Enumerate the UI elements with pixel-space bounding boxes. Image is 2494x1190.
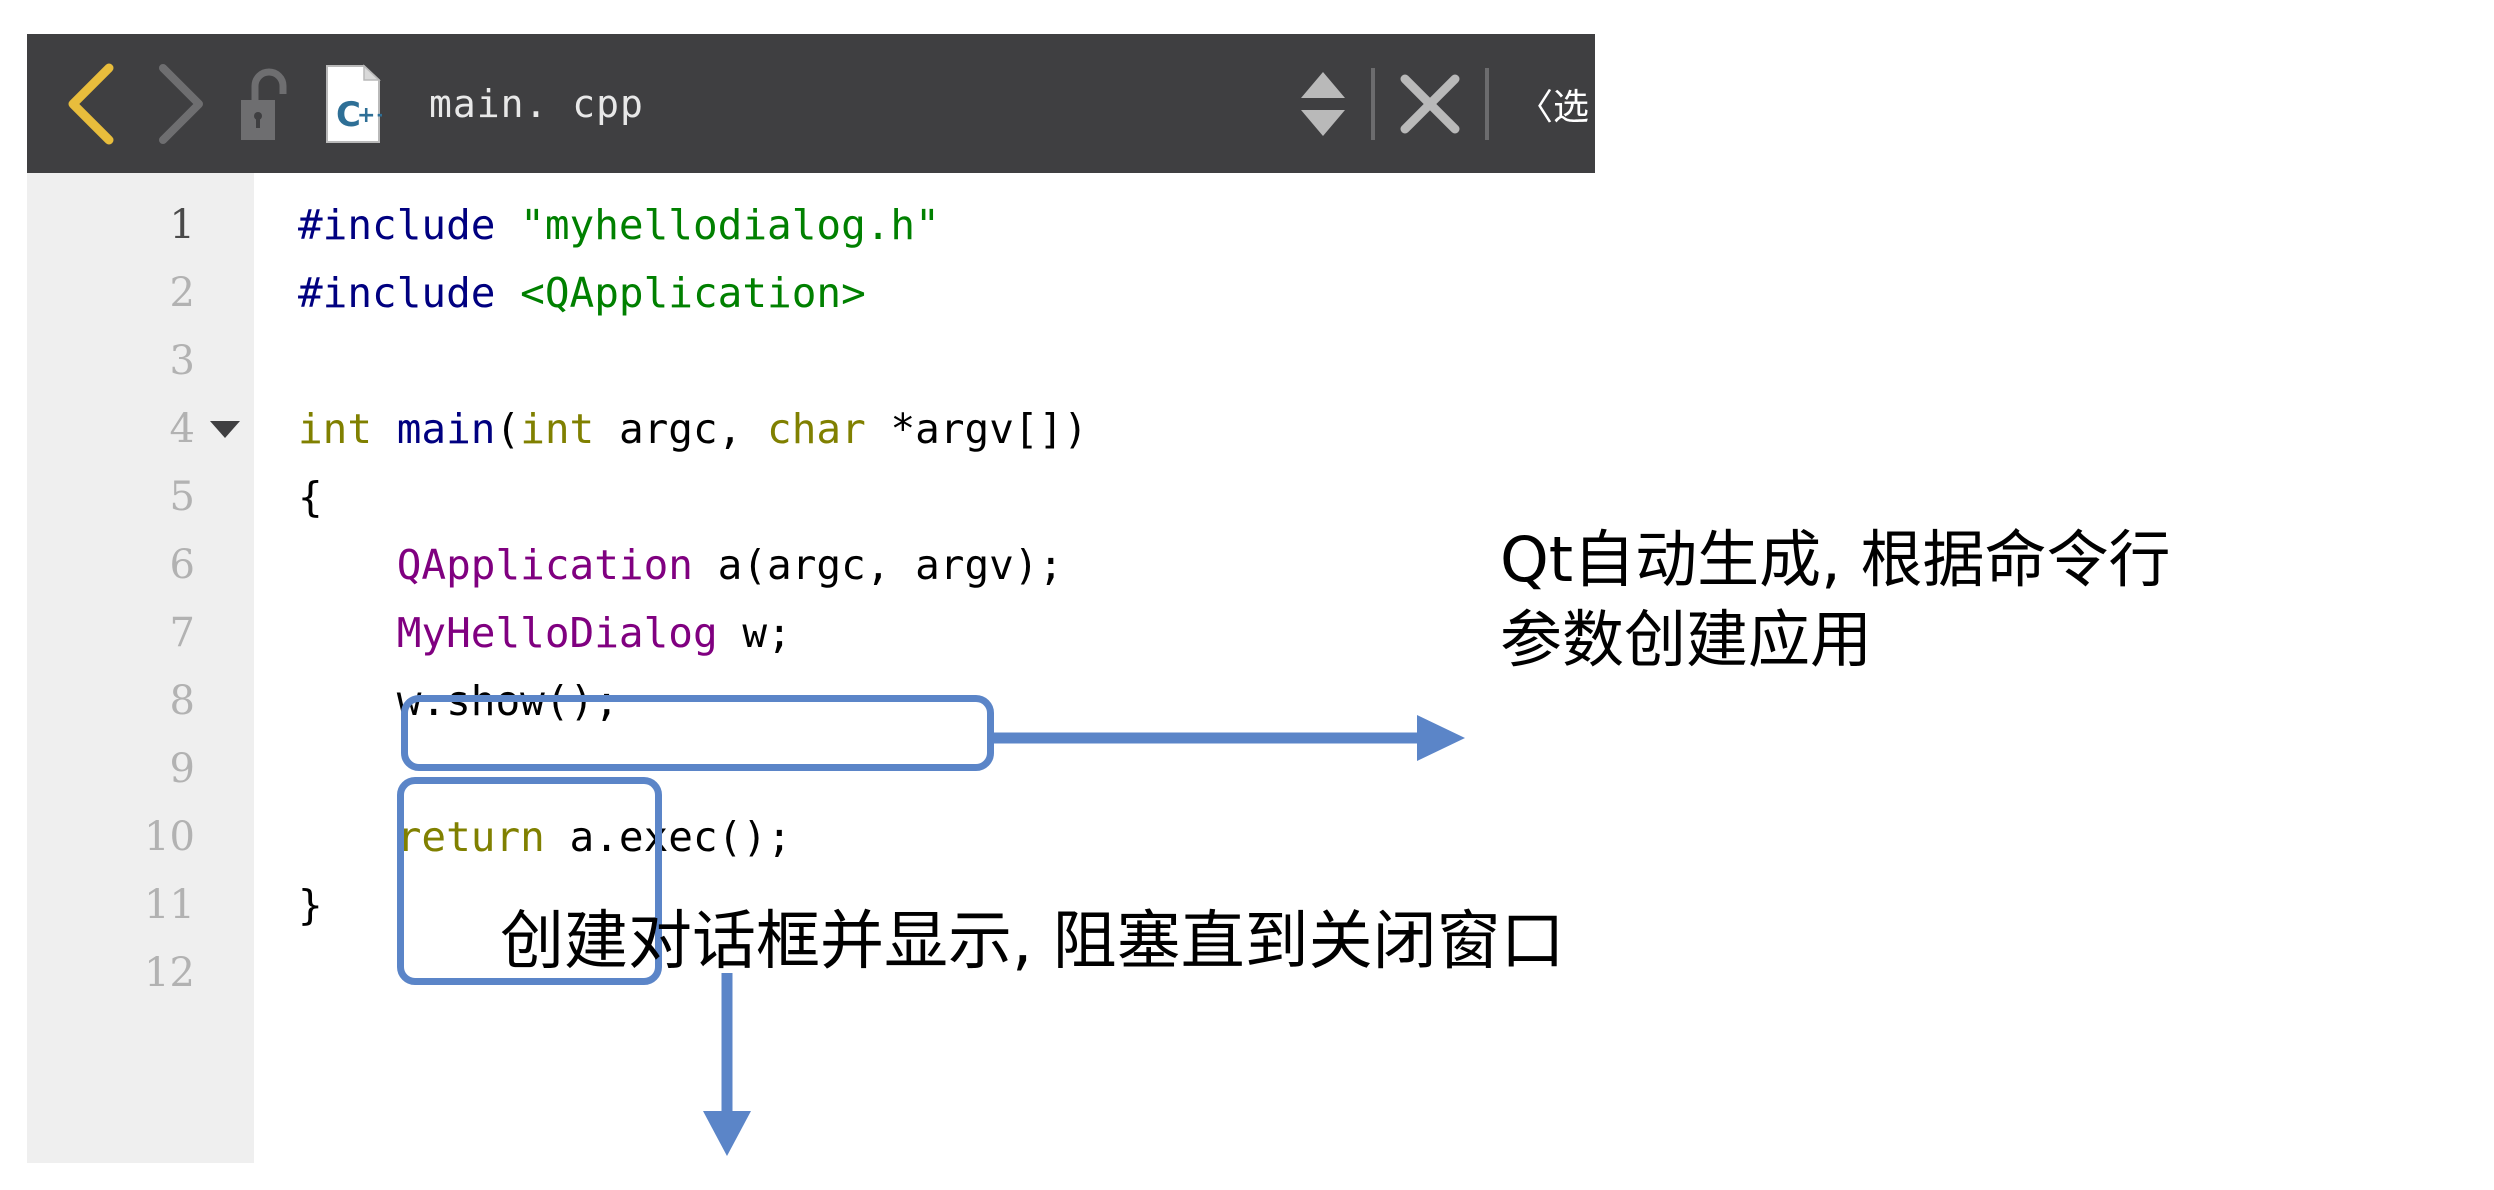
arrow-down-icon bbox=[703, 973, 751, 1156]
svg-text:++: ++ bbox=[357, 103, 382, 128]
code-token: #include bbox=[298, 269, 521, 317]
code-token: char bbox=[767, 405, 891, 453]
line-number: 11 bbox=[144, 882, 195, 928]
line-number: 3 bbox=[169, 338, 195, 384]
code-token: *argv[]) bbox=[890, 405, 1088, 453]
gutter-row: 1 bbox=[27, 191, 254, 259]
code-token: int bbox=[298, 405, 397, 453]
code-token: a.exec(); bbox=[544, 813, 792, 861]
gutter-row: 4 bbox=[27, 395, 254, 463]
line-number: 7 bbox=[169, 610, 195, 656]
code-token: { bbox=[298, 473, 323, 521]
line-number: 12 bbox=[144, 950, 195, 996]
gutter-row: 12 bbox=[27, 939, 254, 1007]
annotation-text-dialog: 创建对话框并显示, 阻塞直到关闭窗口 bbox=[500, 905, 1565, 979]
code-line[interactable] bbox=[254, 735, 298, 803]
code-token: w; bbox=[717, 609, 792, 657]
gutter-row: 7 bbox=[27, 599, 254, 667]
close-x-icon bbox=[1400, 74, 1460, 133]
line-number: 1 bbox=[169, 202, 195, 248]
options-dropdown-label[interactable]: 〈选 bbox=[1489, 78, 1595, 130]
code-token: QApplication bbox=[396, 541, 693, 589]
gutter-row: 6 bbox=[27, 531, 254, 599]
line-number: 10 bbox=[144, 814, 195, 860]
toolbar-right-group: 〈选 bbox=[1275, 34, 1595, 173]
nav-forward-button[interactable] bbox=[135, 34, 221, 173]
chevron-right-icon bbox=[159, 63, 203, 144]
code-editor-window: C ++ main. cpp 〈选 123 bbox=[27, 34, 1595, 1163]
close-file-button[interactable] bbox=[1375, 34, 1485, 173]
code-line[interactable] bbox=[254, 939, 298, 1007]
line-number-gutter: 1 2 3 4 5 6 7 8 9 10 11 12 bbox=[27, 173, 254, 1163]
code-token: } bbox=[298, 881, 323, 929]
code-line[interactable]: QApplication a(argc, argv); bbox=[254, 531, 1063, 599]
arrow-right-icon bbox=[987, 715, 1465, 761]
code-line[interactable]: return a.exec(); bbox=[254, 803, 792, 871]
code-line[interactable]: w.show(); bbox=[254, 667, 619, 735]
lock-toggle-button[interactable] bbox=[221, 34, 313, 173]
code-token: argc, bbox=[618, 405, 768, 453]
code-line[interactable]: { bbox=[254, 463, 323, 531]
gutter-row: 10 bbox=[27, 803, 254, 871]
code-line[interactable]: #include <QApplication> bbox=[254, 259, 866, 327]
gutter-row: 8 bbox=[27, 667, 254, 735]
code-token: ( bbox=[495, 405, 521, 453]
gutter-row: 5 bbox=[27, 463, 254, 531]
gutter-row: 9 bbox=[27, 735, 254, 803]
line-number: 9 bbox=[169, 746, 195, 792]
code-token: a(argc, argv); bbox=[692, 541, 1064, 589]
gutter-row: 11 bbox=[27, 871, 254, 939]
annotation-text-qapplication: Qt自动生成, 根据命令行 参数创建应用 bbox=[1500, 523, 2171, 676]
chevron-left-icon bbox=[68, 63, 114, 144]
gutter-row: 3 bbox=[27, 327, 254, 395]
code-text-region[interactable]: #include "myhellodialog.h" #include <QApp… bbox=[254, 173, 1595, 1163]
code-token: main bbox=[396, 405, 496, 453]
code-token: "myhellodialog.h" bbox=[520, 201, 940, 249]
code-token: #include bbox=[298, 201, 521, 249]
code-line[interactable]: int main(int argc, char *argv[]) bbox=[254, 395, 1088, 463]
line-number: 2 bbox=[169, 270, 195, 316]
code-token: return bbox=[396, 813, 545, 861]
nav-back-button[interactable] bbox=[49, 34, 135, 173]
line-number: 5 bbox=[169, 474, 195, 520]
unlocked-padlock-icon bbox=[241, 68, 287, 140]
code-line[interactable] bbox=[254, 327, 298, 395]
file-name-label: main. cpp bbox=[429, 81, 644, 126]
line-number: 6 bbox=[169, 542, 195, 588]
line-number: 4 bbox=[169, 406, 195, 452]
gutter-row: 2 bbox=[27, 259, 254, 327]
code-area: 1 2 3 4 5 6 7 8 9 10 11 12 #include "myhellodialog.… bbox=[27, 173, 1595, 1163]
line-number: 8 bbox=[169, 678, 195, 724]
split-up-down-arrows-icon bbox=[1300, 71, 1345, 136]
code-token: w.show(); bbox=[298, 677, 619, 725]
code-line[interactable]: #include "myhellodialog.h" bbox=[254, 191, 940, 259]
code-line[interactable]: MyHelloDialog w; bbox=[254, 599, 792, 667]
code-token: int bbox=[520, 405, 619, 453]
code-token: <QApplication> bbox=[520, 269, 866, 317]
code-line[interactable]: } bbox=[254, 871, 323, 939]
editor-toolbar: C ++ main. cpp 〈选 bbox=[27, 34, 1595, 173]
split-view-button[interactable] bbox=[1275, 34, 1371, 173]
code-token: MyHelloDialog bbox=[396, 609, 718, 657]
fold-collapse-icon[interactable] bbox=[195, 418, 254, 440]
cpp-file-icon: C ++ bbox=[313, 34, 393, 173]
